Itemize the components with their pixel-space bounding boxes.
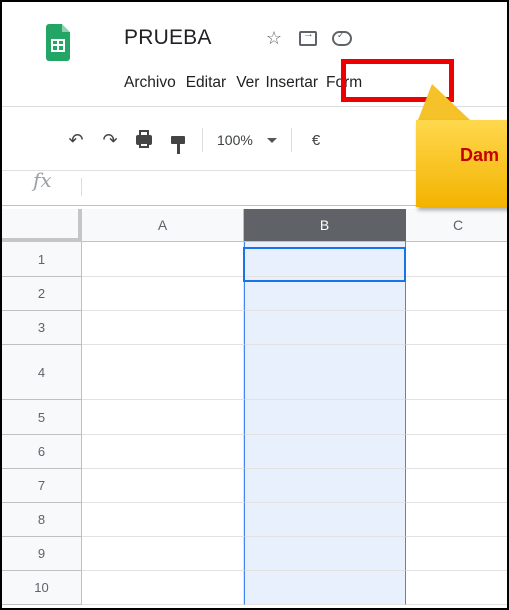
- cell-b5[interactable]: [244, 400, 406, 435]
- fx-icon: fx: [33, 168, 52, 192]
- cell-b9[interactable]: [244, 537, 406, 571]
- currency-format-button[interactable]: €: [312, 132, 320, 149]
- title-icons: ☆: [264, 28, 352, 48]
- row-header[interactable]: 8: [2, 503, 82, 537]
- row-header[interactable]: 7: [2, 469, 82, 503]
- cell-a7[interactable]: [82, 469, 244, 503]
- table-row: 1: [2, 242, 507, 277]
- table-row: 5: [2, 400, 507, 435]
- cell-a2[interactable]: [82, 277, 244, 311]
- column-header-row: A B C: [2, 209, 507, 242]
- row-header[interactable]: 1: [2, 242, 82, 277]
- undo-icon[interactable]: ↶: [62, 126, 90, 154]
- table-row: 8: [2, 503, 507, 537]
- cell-a5[interactable]: [82, 400, 244, 435]
- star-icon[interactable]: ☆: [264, 28, 284, 48]
- menu-archivo[interactable]: Archivo: [124, 74, 176, 92]
- table-row: 6: [2, 435, 507, 469]
- row-header[interactable]: 2: [2, 277, 82, 311]
- row-header[interactable]: 5: [2, 400, 82, 435]
- cell-a8[interactable]: [82, 503, 244, 537]
- table-row: 10: [2, 571, 507, 605]
- menu-ver[interactable]: Ver: [236, 74, 259, 92]
- cell-c4[interactable]: [406, 345, 507, 400]
- menu-insertar[interactable]: Insertar: [265, 74, 318, 92]
- cell-c8[interactable]: [406, 503, 507, 537]
- cell-a4[interactable]: [82, 345, 244, 400]
- toolbar: ↶ ↷ 100% €: [62, 122, 320, 158]
- select-all-corner[interactable]: [2, 209, 82, 242]
- menu-editar[interactable]: Editar: [186, 74, 227, 92]
- cell-b3[interactable]: [244, 311, 406, 345]
- callout-text: Dam: [460, 145, 500, 165]
- zoom-select[interactable]: 100%: [217, 132, 277, 148]
- cell-b6[interactable]: [244, 435, 406, 469]
- cell-c10[interactable]: [406, 571, 507, 605]
- chevron-down-icon: [266, 137, 277, 143]
- table-row: 4: [2, 345, 507, 400]
- cell-a1[interactable]: [82, 242, 244, 277]
- row-header[interactable]: 10: [2, 571, 82, 605]
- column-header-b[interactable]: B: [244, 209, 406, 242]
- toolbar-divider: [202, 128, 203, 152]
- cell-c9[interactable]: [406, 537, 507, 571]
- cell-b7[interactable]: [244, 469, 406, 503]
- table-row: 2: [2, 277, 507, 311]
- cell-a6[interactable]: [82, 435, 244, 469]
- cell-a9[interactable]: [82, 537, 244, 571]
- document-title[interactable]: PRUEBA: [124, 26, 212, 50]
- cell-a3[interactable]: [82, 311, 244, 345]
- cell-c1[interactable]: [406, 242, 507, 277]
- cell-b1[interactable]: [244, 242, 406, 277]
- cell-c3[interactable]: [406, 311, 507, 345]
- table-row: 7: [2, 469, 507, 503]
- row-header[interactable]: 9: [2, 537, 82, 571]
- row-header[interactable]: 3: [2, 311, 82, 345]
- sheets-logo-icon[interactable]: [46, 24, 70, 61]
- cell-c7[interactable]: [406, 469, 507, 503]
- column-header-c[interactable]: C: [406, 209, 507, 242]
- paint-format-icon[interactable]: [164, 126, 192, 154]
- formula-bar-top-line: [2, 170, 416, 171]
- move-to-folder-icon[interactable]: [298, 28, 318, 48]
- screenshot-frame: PRUEBA ☆ Archivo Editar Ver Insertar For…: [0, 0, 509, 610]
- formula-bar-divider: [81, 178, 82, 196]
- cell-b8[interactable]: [244, 503, 406, 537]
- row-header[interactable]: 4: [2, 345, 82, 400]
- cell-a10[interactable]: [82, 571, 244, 605]
- cell-b2[interactable]: [244, 277, 406, 311]
- redo-icon[interactable]: ↷: [96, 126, 124, 154]
- cell-c5[interactable]: [406, 400, 507, 435]
- zoom-value: 100%: [217, 132, 253, 148]
- column-header-a[interactable]: A: [82, 209, 244, 242]
- cell-c6[interactable]: [406, 435, 507, 469]
- cell-c2[interactable]: [406, 277, 507, 311]
- row-header[interactable]: 6: [2, 435, 82, 469]
- cloud-saved-icon[interactable]: [332, 28, 352, 48]
- toolbar-divider-2: [290, 128, 292, 152]
- cell-b4[interactable]: [244, 345, 406, 400]
- sheet-rows: 1 2 3 4 5 6 7 8 9 10: [2, 242, 507, 605]
- print-icon[interactable]: [130, 126, 158, 154]
- cell-b10[interactable]: [244, 571, 406, 605]
- table-row: 3: [2, 311, 507, 345]
- table-row: 9: [2, 537, 507, 571]
- menu-bar: Archivo Editar Ver Insertar Form: [124, 74, 372, 92]
